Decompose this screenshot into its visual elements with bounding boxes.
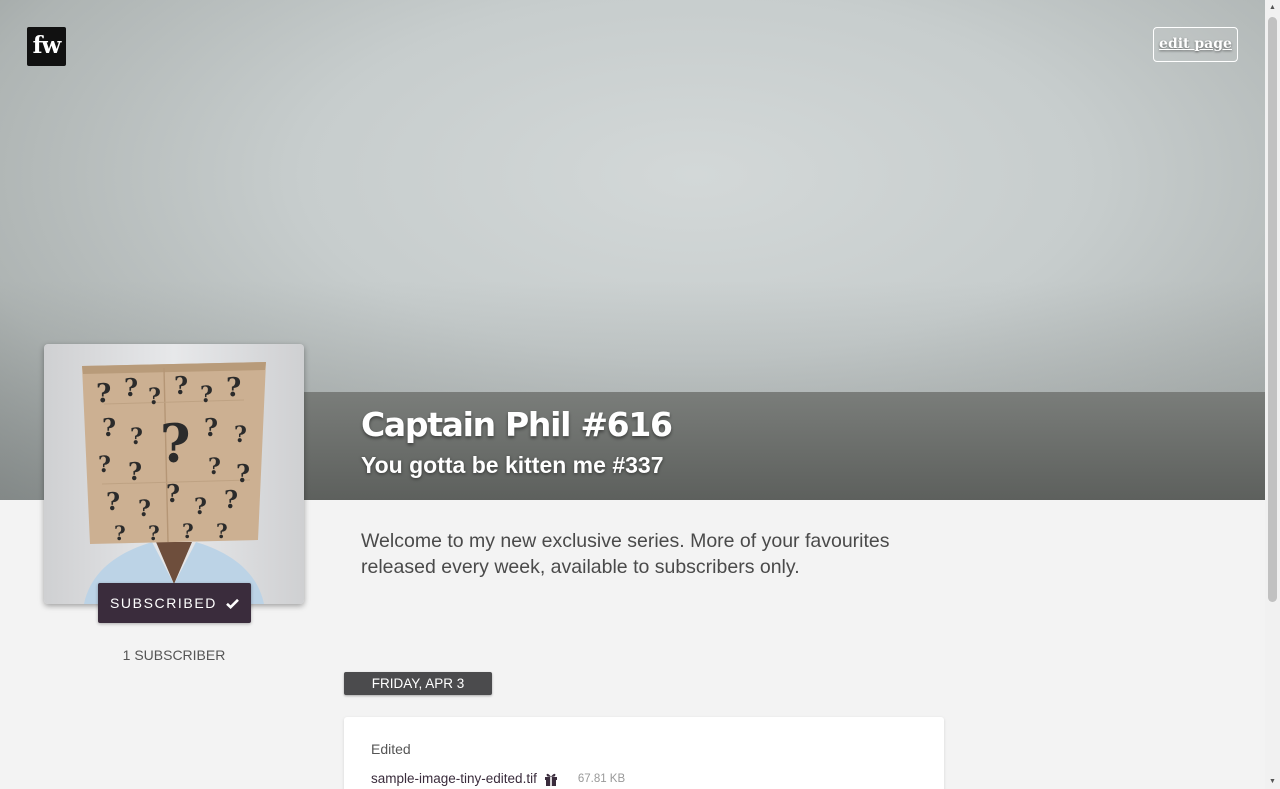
svg-text:?: ? bbox=[128, 457, 142, 486]
page-title: Captain Phil #616 bbox=[361, 405, 673, 444]
scrollbar[interactable]: ▲ ▼ bbox=[1265, 0, 1280, 789]
svg-text:?: ? bbox=[124, 373, 138, 402]
scroll-thumb[interactable] bbox=[1268, 17, 1277, 602]
avatar-image: ? ? ? ? ? ? ? ? ? ? ? ? ? ? ? ? ? ? ? ? … bbox=[82, 362, 266, 604]
svg-text:?: ? bbox=[234, 422, 247, 448]
page-description: Welcome to my new exclusive series. More… bbox=[361, 530, 890, 578]
post-title: Edited bbox=[371, 741, 411, 757]
svg-text:?: ? bbox=[148, 384, 161, 410]
svg-text:?: ? bbox=[102, 413, 116, 442]
file-row: sample-image-tiny-edited.tif 67.81 KB bbox=[371, 771, 625, 786]
svg-text:?: ? bbox=[98, 452, 111, 478]
file-size: 67.81 KB bbox=[577, 772, 626, 785]
svg-text:?: ? bbox=[96, 379, 111, 409]
scroll-down-icon[interactable]: ▼ bbox=[1268, 777, 1277, 786]
svg-text:?: ? bbox=[114, 521, 126, 545]
avatar: ? ? ? ? ? ? ? ? ? ? ? ? ? ? ? ? ? ? ? ? … bbox=[44, 344, 304, 604]
subscribe-label: SUBSCRIBED bbox=[109, 595, 218, 611]
subscriber-count: 1 SUBSCRIBER bbox=[122, 647, 226, 663]
gift-icon bbox=[544, 773, 557, 786]
edit-page-button[interactable]: edit page bbox=[1153, 27, 1238, 62]
svg-text:?: ? bbox=[182, 519, 194, 543]
svg-text:?: ? bbox=[194, 494, 207, 520]
svg-text:?: ? bbox=[236, 459, 250, 488]
svg-text:?: ? bbox=[204, 413, 218, 442]
post-card: Edited sample-image-tiny-edited.tif 67.8… bbox=[344, 717, 944, 789]
svg-text:?: ? bbox=[138, 496, 151, 522]
svg-text:?: ? bbox=[148, 521, 160, 545]
file-link[interactable]: sample-image-tiny-edited.tif bbox=[371, 771, 537, 786]
svg-text:?: ? bbox=[160, 414, 190, 475]
check-icon bbox=[226, 598, 239, 609]
svg-text:?: ? bbox=[106, 487, 120, 516]
logo[interactable]: fw bbox=[27, 27, 66, 66]
svg-text:?: ? bbox=[130, 424, 143, 450]
subscribe-button[interactable]: SUBSCRIBED bbox=[98, 583, 251, 623]
svg-text:?: ? bbox=[208, 454, 221, 480]
scroll-up-icon[interactable]: ▲ bbox=[1268, 3, 1277, 12]
page-subtitle: You gotta be kitten me #337 bbox=[361, 452, 664, 478]
svg-text:?: ? bbox=[166, 479, 180, 508]
svg-text:?: ? bbox=[216, 519, 228, 543]
svg-text:?: ? bbox=[200, 382, 213, 408]
svg-text:?: ? bbox=[224, 485, 238, 514]
date-badge: FRIDAY, APR 3 bbox=[344, 672, 492, 695]
svg-text:?: ? bbox=[174, 371, 188, 400]
svg-text:?: ? bbox=[226, 373, 241, 403]
